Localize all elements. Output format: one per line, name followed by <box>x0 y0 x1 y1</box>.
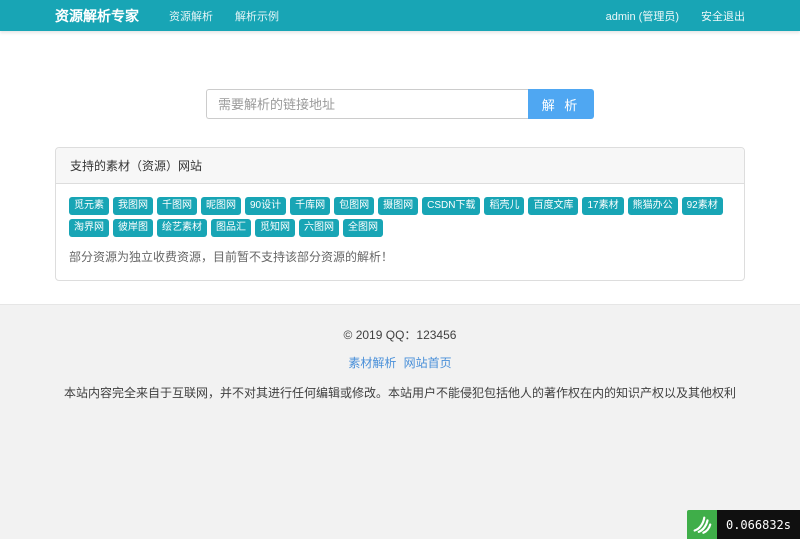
nav-link[interactable]: 资源解析 <box>169 8 213 24</box>
parse-url-input[interactable] <box>206 89 528 119</box>
main-content: 解 析 支持的素材（资源）网站 觅元素 我图网 千图网 昵图网 90设计 <box>0 31 800 304</box>
site-badge: 千库网 <box>290 197 330 215</box>
site-badge: 90设计 <box>245 197 286 215</box>
site-badge: 我图网 <box>113 197 153 215</box>
nav-right: admin (管理员) 安全退出 <box>606 8 745 24</box>
footer-link[interactable]: 网站首页 <box>404 356 452 370</box>
site-badge: 彼岸图 <box>113 219 153 237</box>
site-badge: 包图网 <box>334 197 374 215</box>
disclaimer-text: 本站内容完全来自于互联网，并不对其进行任何编辑或修改。本站用户不能侵犯包括他人的… <box>0 384 800 401</box>
site-badge: 六图网 <box>299 219 339 237</box>
site-badge: 92素材 <box>682 197 723 215</box>
supported-sites-panel: 支持的素材（资源）网站 觅元素 我图网 千图网 昵图网 90设计 千库网 <box>55 147 745 281</box>
site-badge: 淘界网 <box>69 219 109 237</box>
site-badge: 百度文库 <box>528 197 578 215</box>
footer-link[interactable]: 素材解析 <box>348 356 396 370</box>
debug-trace-widget: 0.066832s <box>687 510 800 539</box>
site-badge: 全图网 <box>343 219 383 237</box>
nav-links: 资源解析 解析示例 <box>169 8 279 24</box>
parse-button[interactable]: 解 析 <box>528 89 594 119</box>
logged-in-user: admin (管理员) <box>606 8 679 24</box>
page-footer: © 2019 QQ：123456 素材解析 网站首页 本站内容完全来自于互联网，… <box>0 304 800 539</box>
navbar: 资源解析专家 资源解析 解析示例 admin (管理员) 安全退出 <box>0 0 800 31</box>
copyright-text: © 2019 QQ：123456 <box>0 326 800 343</box>
site-badges: 觅元素 我图网 千图网 昵图网 90设计 千库网 包图网 摄图网 <box>69 197 731 237</box>
panel-title: 支持的素材（资源）网站 <box>56 148 744 184</box>
site-badge: 摄图网 <box>378 197 418 215</box>
panel-body: 觅元素 我图网 千图网 昵图网 90设计 千库网 包图网 摄图网 <box>56 184 744 280</box>
brand-title[interactable]: 资源解析专家 <box>55 6 139 26</box>
site-badge: 17素材 <box>582 197 623 215</box>
site-badge: 绘艺素材 <box>157 219 207 237</box>
site-badge: CSDN下载 <box>422 197 480 215</box>
logout-link[interactable]: 安全退出 <box>701 8 745 24</box>
site-badge: 千图网 <box>157 197 197 215</box>
site-badge: 图品汇 <box>211 219 251 237</box>
site-badge: 熊猫办公 <box>628 197 678 215</box>
site-badge: 昵图网 <box>201 197 241 215</box>
footer-links: 素材解析 网站首页 <box>0 354 800 371</box>
page-load-time: 0.066832s <box>717 510 800 539</box>
site-badge: 觅知网 <box>255 219 295 237</box>
paid-resource-note: 部分资源为独立收费资源，目前暂不支持该部分资源的解析！ <box>69 248 731 265</box>
site-badge: 稻壳儿 <box>484 197 524 215</box>
site-badge: 觅元素 <box>69 197 109 215</box>
thinkphp-logo-icon[interactable] <box>687 510 717 539</box>
parse-search-bar: 解 析 <box>0 89 800 119</box>
nav-link[interactable]: 解析示例 <box>235 8 279 24</box>
